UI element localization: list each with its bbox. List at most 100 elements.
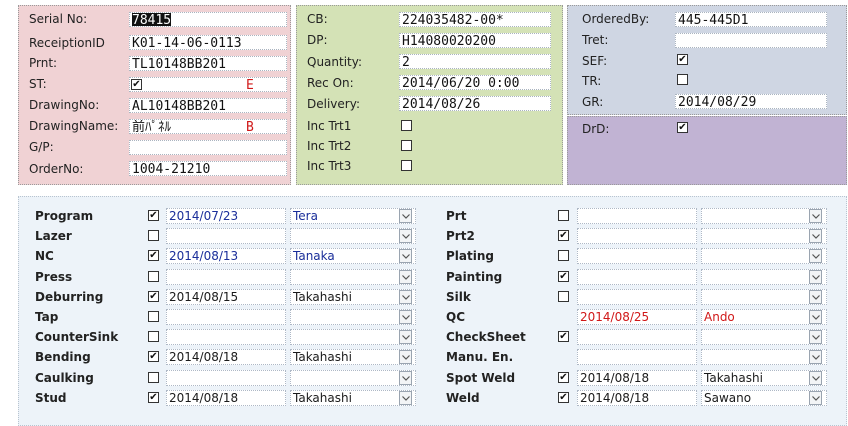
ordered-by-label: OrderedBy: xyxy=(582,12,650,26)
st-mark: E xyxy=(246,78,254,92)
process-label-prt: Prt xyxy=(446,209,467,223)
order-no-label: OrderNo: xyxy=(29,162,84,176)
drd-label: DrD: xyxy=(582,122,610,136)
gr-field[interactable]: 2014/08/29 xyxy=(675,94,827,109)
process-label-spot-weld: Spot Weld xyxy=(446,370,516,385)
process-date-painting[interactable] xyxy=(577,268,697,285)
process-checkbox-prt[interactable] xyxy=(558,210,569,221)
process-person-dropdown-plating[interactable] xyxy=(809,249,822,264)
tret-field[interactable] xyxy=(675,33,827,48)
process-label-painting: Painting xyxy=(446,269,503,284)
process-date-checksheet[interactable] xyxy=(577,329,697,346)
process-row-painting: Painting ✔ xyxy=(19,268,846,286)
process-checkbox-silk[interactable] xyxy=(558,290,569,302)
process-label-prt2: Prt2 xyxy=(446,229,475,244)
drawing-info-panel: Serial No: 78415 ReceiptionID K01-14-06-… xyxy=(18,5,291,185)
inc-trt3-checkbox[interactable] xyxy=(401,160,412,171)
inc-trt3-label: Inc Trt3 xyxy=(307,159,352,173)
drawing-name-label: DrawingName: xyxy=(29,119,119,133)
tret-label: Tret: xyxy=(582,33,609,47)
delivery-label: Delivery: xyxy=(307,97,360,111)
drawing-no-field[interactable]: AL10148BB201 xyxy=(129,98,287,113)
process-row-prt: Prt xyxy=(19,207,846,225)
process-label-checksheet: CheckSheet xyxy=(446,330,526,345)
inc-trt1-label: Inc Trt1 xyxy=(307,119,352,133)
process-checkbox-checksheet[interactable]: ✔ xyxy=(558,331,569,343)
sef-label: SEF: xyxy=(582,54,608,68)
order-panel: CB: 224035482-00* DP: H14080020200 Quant… xyxy=(296,5,563,185)
process-person-dropdown-weld[interactable] xyxy=(809,390,822,405)
delivery-field[interactable]: 2014/08/26 xyxy=(399,96,551,111)
inc-trt2-label: Inc Trt2 xyxy=(307,139,352,153)
process-row-plating: Plating xyxy=(19,247,846,265)
process-label-weld: Weld xyxy=(446,390,480,405)
drd-checkbox[interactable]: ✔ xyxy=(677,122,688,133)
process-person-dropdown-checksheet[interactable] xyxy=(809,330,822,345)
process-panel: Program ✔ 2014/07/23 Tera Lazer NC ✔ 2014/08/13… xyxy=(18,196,847,426)
process-row-spot-weld: Spot Weld ✔ 2014/08/18 Takahashi xyxy=(19,369,846,387)
inc-trt2-checkbox[interactable] xyxy=(401,140,412,151)
process-person-dropdown-painting[interactable] xyxy=(809,269,822,284)
drawing-name-field[interactable]: 前ﾊﾟﾈﾙ B xyxy=(129,119,287,134)
serial-no-label: Serial No: xyxy=(29,12,88,26)
process-label-silk: Silk xyxy=(446,289,471,304)
process-row-weld: Weld ✔ 2014/08/18 Sawano xyxy=(19,389,846,407)
dp-label: DP: xyxy=(307,33,328,47)
drd-panel: DrD: ✔ xyxy=(567,116,847,185)
process-date-prt[interactable] xyxy=(577,208,697,224)
dp-field[interactable]: H14080020200 xyxy=(399,33,551,48)
ordered-by-field[interactable]: 445-445D1 xyxy=(675,12,827,27)
st-label: ST: xyxy=(29,77,47,91)
tr-label: TR: xyxy=(582,74,602,88)
process-person-dropdown-qc[interactable] xyxy=(809,310,822,324)
process-person-dropdown-silk[interactable] xyxy=(809,289,822,304)
rec-on-label: Rec On: xyxy=(307,76,354,90)
inc-trt1-checkbox[interactable] xyxy=(401,120,412,131)
process-row-prt2: Prt2 ✔ xyxy=(19,227,846,245)
process-person-dropdown-prt[interactable] xyxy=(809,209,822,223)
st-field: ✔ E xyxy=(129,77,287,92)
prnt-field[interactable]: TL10148BB201 xyxy=(129,56,287,71)
process-date-spot-weld[interactable]: 2014/08/18 xyxy=(577,369,697,386)
receiption-id-label: ReceiptionID xyxy=(29,36,105,50)
cb-field[interactable]: 224035482-00* xyxy=(399,12,551,27)
serial-no-field[interactable]: 78415 xyxy=(129,12,287,27)
process-row-qc: QC 2014/08/25 Ando xyxy=(19,308,846,326)
process-checkbox-plating[interactable] xyxy=(558,250,569,262)
rec-on-field[interactable]: 2014/06/20 0:00 xyxy=(399,75,551,90)
process-date-qc[interactable]: 2014/08/25 xyxy=(577,309,697,325)
process-checkbox-prt2[interactable]: ✔ xyxy=(558,230,569,242)
process-date-silk[interactable] xyxy=(577,288,697,305)
process-date-manu-en[interactable] xyxy=(577,349,697,366)
gr-label: GR: xyxy=(582,95,604,109)
drawing-no-label: DrawingNo: xyxy=(29,98,100,112)
process-label-qc: QC xyxy=(446,310,466,324)
order-no-field[interactable]: 1004-21210 xyxy=(129,161,287,176)
process-checkbox-weld[interactable]: ✔ xyxy=(558,391,569,403)
gp-field[interactable] xyxy=(129,140,287,155)
process-checkbox-painting[interactable]: ✔ xyxy=(558,270,569,282)
process-row-checksheet: CheckSheet ✔ xyxy=(19,328,846,346)
process-checkbox-spot-weld[interactable]: ✔ xyxy=(558,371,569,383)
status-panel: OrderedBy: 445-445D1 Tret: SEF: ✔ TR: GR… xyxy=(567,5,847,115)
receiption-id-field[interactable]: K01-14-06-0113 xyxy=(129,35,287,50)
st-checkbox[interactable]: ✔ xyxy=(131,79,142,90)
process-label-plating: Plating xyxy=(446,249,494,264)
process-person-dropdown-spot-weld[interactable] xyxy=(809,370,822,385)
process-person-dropdown-prt2[interactable] xyxy=(809,229,822,244)
process-date-plating[interactable] xyxy=(577,248,697,265)
process-date-prt2[interactable] xyxy=(577,228,697,245)
process-date-weld[interactable]: 2014/08/18 xyxy=(577,389,697,406)
cb-label: CB: xyxy=(307,12,328,26)
quantity-label: Quantity: xyxy=(307,55,363,69)
process-label-manu-en: Manu. En. xyxy=(446,350,514,365)
drawing-name-mark: B xyxy=(246,120,254,134)
process-row-manu-en: Manu. En. xyxy=(19,348,846,366)
gp-label: G/P: xyxy=(29,140,54,154)
tr-checkbox[interactable] xyxy=(677,74,688,85)
process-person-dropdown-manu-en[interactable] xyxy=(809,350,822,365)
prnt-label: Prnt: xyxy=(29,56,58,70)
quantity-field[interactable]: 2 xyxy=(399,54,551,69)
sef-checkbox[interactable]: ✔ xyxy=(677,54,688,65)
process-row-silk: Silk xyxy=(19,288,846,306)
